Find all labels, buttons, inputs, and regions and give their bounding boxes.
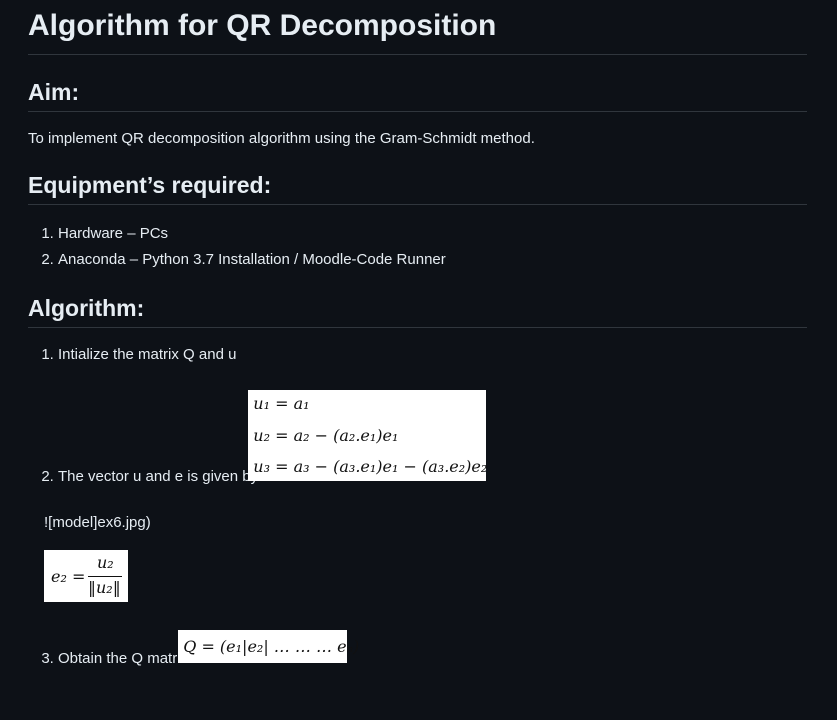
step-text: The vector u and e is given by xyxy=(58,468,259,485)
step-text: Obtain the Q matrix xyxy=(58,650,189,667)
algorithm-step-3: Obtain the Q matrix Q = (e₁|e₂| … … … eₙ… xyxy=(58,629,807,670)
equation-q: Q = (e₁|e₂| … … … eₙ) xyxy=(183,637,360,656)
page-title: Algorithm for QR Decomposition xyxy=(28,0,807,55)
step-text: Intialize the matrix Q and u xyxy=(58,346,237,363)
algorithm-steps: Intialize the matrix Q and u The vector … xyxy=(28,344,807,670)
algorithm-step-2: The vector u and e is given by u₁ = a₁ u… xyxy=(44,382,807,609)
equation-u2: u₂ = a₂ − (a₂.e₁)e₁ xyxy=(253,426,399,445)
algorithm-step-1: Intialize the matrix Q and u xyxy=(58,344,807,366)
aim-text: To implement QR decomposition algorithm … xyxy=(28,130,535,147)
equation-e2-numerator: u₂ xyxy=(97,553,114,572)
equation-e2-lhs: e₂ = xyxy=(51,567,86,586)
equipment-heading: Equipment’s required: xyxy=(28,170,807,205)
list-item: Hardware – PCs xyxy=(58,221,807,247)
equation-image-e2: e₂ = u₂ ‖u₂‖ xyxy=(44,550,128,602)
broken-image-link[interactable]: ![model]ex6.jpg) xyxy=(44,512,807,534)
equation-u3: u₃ = a₃ − (a₃.e₁)e₁ − (a₃.e₂)e₂ xyxy=(253,457,488,476)
readme-content: Algorithm for QR Decomposition Aim: To i… xyxy=(0,0,837,670)
equation-u1: u₁ = a₁ xyxy=(253,394,310,413)
equation-image-u: u₁ = a₁ u₂ = a₂ − (a₂.e₁)e₁ u₃ = a₃ − (a… xyxy=(248,390,488,481)
algorithm-heading: Algorithm: xyxy=(28,293,807,328)
equation-e2-denominator: ‖u₂‖ xyxy=(88,578,121,597)
equation-image-q: Q = (e₁|e₂| … … … eₙ) xyxy=(178,630,359,663)
list-item: Anaconda – Python 3.7 Installation / Moo… xyxy=(58,247,807,273)
aim-heading: Aim: xyxy=(28,77,807,112)
equipment-list: Hardware – PCs Anaconda – Python 3.7 Ins… xyxy=(28,221,807,273)
